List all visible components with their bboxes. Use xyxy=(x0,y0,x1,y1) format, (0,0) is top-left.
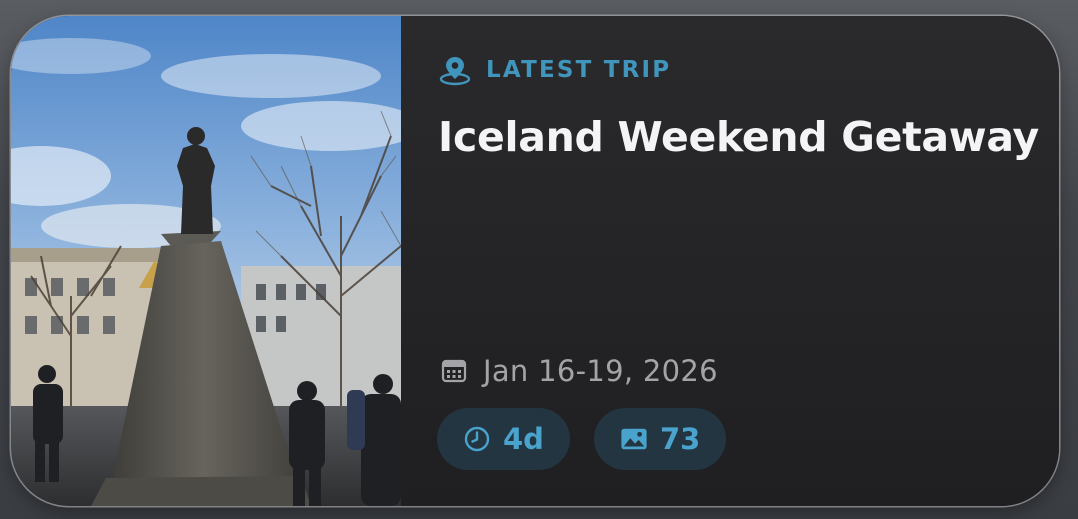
latest-trip-widget[interactable]: LATEST TRIP Iceland Weekend Getaway Jan … xyxy=(11,16,1059,506)
photos-count: 73 xyxy=(659,422,701,456)
calendar-icon xyxy=(441,359,467,383)
trip-title: Iceland Weekend Getaway xyxy=(438,113,1039,161)
trip-dates: Jan 16-19, 2026 xyxy=(441,354,718,388)
clock-icon xyxy=(464,426,490,452)
date-range: Jan 16-19, 2026 xyxy=(483,354,718,388)
trip-cover-photo xyxy=(11,16,401,506)
photos-chip[interactable]: 73 xyxy=(593,408,727,470)
trip-stats: 4d 73 xyxy=(437,408,727,470)
duration-value: 4d xyxy=(503,422,544,456)
eyebrow-label: LATEST TRIP xyxy=(486,57,672,83)
location-pin-icon xyxy=(439,57,471,86)
duration-chip[interactable]: 4d xyxy=(437,408,570,470)
latest-trip-eyebrow: LATEST TRIP xyxy=(438,54,671,86)
photo-icon xyxy=(621,428,647,450)
trip-info-panel: LATEST TRIP Iceland Weekend Getaway Jan … xyxy=(401,16,1059,506)
